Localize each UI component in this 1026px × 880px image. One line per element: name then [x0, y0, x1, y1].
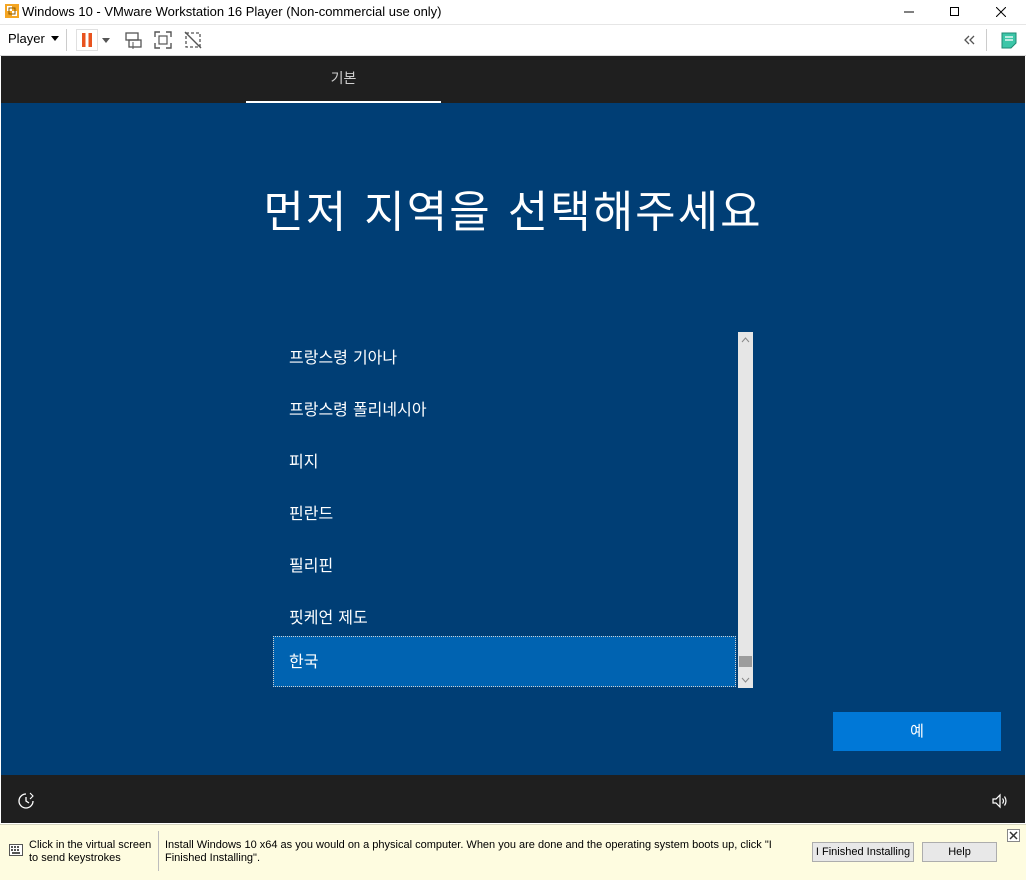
- vmware-app-icon: [5, 4, 19, 18]
- tab-basic-label: 기본: [330, 71, 357, 87]
- scroll-down-button[interactable]: [738, 672, 753, 687]
- hint-close-button[interactable]: [1007, 829, 1020, 842]
- region-label: 필리핀: [289, 556, 334, 575]
- message-log-button[interactable]: [997, 28, 1021, 52]
- close-button[interactable]: [978, 0, 1024, 24]
- list-item[interactable]: 핀란드: [273, 488, 736, 539]
- region-label: 프랑스령 기아나: [289, 348, 398, 367]
- region-list-scrollbar[interactable]: [738, 332, 753, 688]
- region-label: 핀란드: [289, 504, 334, 523]
- pause-icon: [76, 29, 98, 51]
- maximize-icon: [950, 7, 959, 16]
- hint-divider: [158, 831, 159, 871]
- player-menu-label: Player: [8, 31, 45, 46]
- install-hint-bar: Click in the virtual screen to send keys…: [0, 824, 1026, 880]
- close-icon: [996, 7, 1006, 17]
- close-icon: [1009, 831, 1018, 840]
- volume-icon[interactable]: [991, 792, 1009, 810]
- chevron-down-icon: [50, 36, 59, 41]
- list-item[interactable]: 피지: [273, 436, 736, 487]
- fullscreen-icon: [154, 31, 172, 49]
- pause-dropdown[interactable]: [99, 28, 113, 52]
- maximize-button[interactable]: [932, 0, 978, 24]
- collapse-icon: [964, 35, 975, 45]
- vmware-toolbar: Player: [0, 25, 1026, 56]
- oobe-footer: [1, 775, 1025, 823]
- collapse-toolbar-button[interactable]: [958, 28, 982, 52]
- finished-installing-button[interactable]: I Finished Installing: [812, 842, 914, 862]
- unity-button[interactable]: [181, 28, 205, 52]
- chevron-down-icon: [741, 677, 750, 683]
- chevron-up-icon: [741, 336, 750, 342]
- unity-icon: [184, 31, 202, 49]
- region-label: 한국: [289, 652, 319, 671]
- tab-basic: 기본: [246, 56, 441, 103]
- help-button[interactable]: Help: [922, 842, 997, 862]
- window-title: Windows 10 - VMware Workstation 16 Playe…: [22, 4, 442, 19]
- chevron-down-icon: [102, 37, 110, 43]
- region-label: 프랑스령 폴리네시아: [289, 400, 427, 419]
- minimize-icon: [904, 11, 914, 13]
- accessibility-icon[interactable]: [17, 792, 35, 810]
- pause-button[interactable]: [75, 28, 99, 52]
- page-title: 먼저 지역을 선택해주세요: [263, 187, 763, 238]
- scroll-up-button[interactable]: [738, 332, 753, 347]
- list-item[interactable]: 필리핀: [273, 540, 736, 591]
- list-item[interactable]: 프랑스령 기아나: [273, 332, 736, 383]
- tab-active-indicator: [246, 101, 441, 103]
- send-ctrl-alt-del-icon: [125, 32, 142, 49]
- install-instructions-text: Install Windows 10 x64 as you would on a…: [165, 839, 772, 864]
- scrollbar-thumb[interactable]: [739, 656, 752, 667]
- yes-button[interactable]: 예: [833, 712, 1001, 751]
- region-label: 핏케언 제도: [289, 608, 368, 627]
- send-ctrl-alt-del-button[interactable]: [121, 28, 145, 52]
- virtual-machine-screen[interactable]: 기본 먼저 지역을 선택해주세요 프랑스령 기아나 프랑스령 폴리네시아 피지 …: [1, 56, 1025, 823]
- click-to-send-keystrokes-text: Click in the virtual screen to send keys…: [29, 839, 152, 864]
- fullscreen-button[interactable]: [151, 28, 175, 52]
- keyboard-icon: [9, 844, 23, 856]
- list-item-selected[interactable]: 한국: [273, 636, 736, 687]
- minimize-button[interactable]: [886, 0, 932, 24]
- toolbar-divider: [66, 29, 67, 51]
- oobe-header: 기본: [1, 56, 1025, 103]
- region-label: 피지: [289, 452, 319, 471]
- title-bar: Windows 10 - VMware Workstation 16 Playe…: [0, 0, 1026, 25]
- toolbar-divider: [986, 29, 987, 51]
- message-log-icon: [1001, 32, 1017, 49]
- region-list[interactable]: 프랑스령 기아나 프랑스령 폴리네시아 피지 핀란드 필리핀 핏케언 제도 한국: [273, 332, 754, 688]
- player-menu[interactable]: Player: [8, 31, 59, 46]
- list-item[interactable]: 프랑스령 폴리네시아: [273, 384, 736, 435]
